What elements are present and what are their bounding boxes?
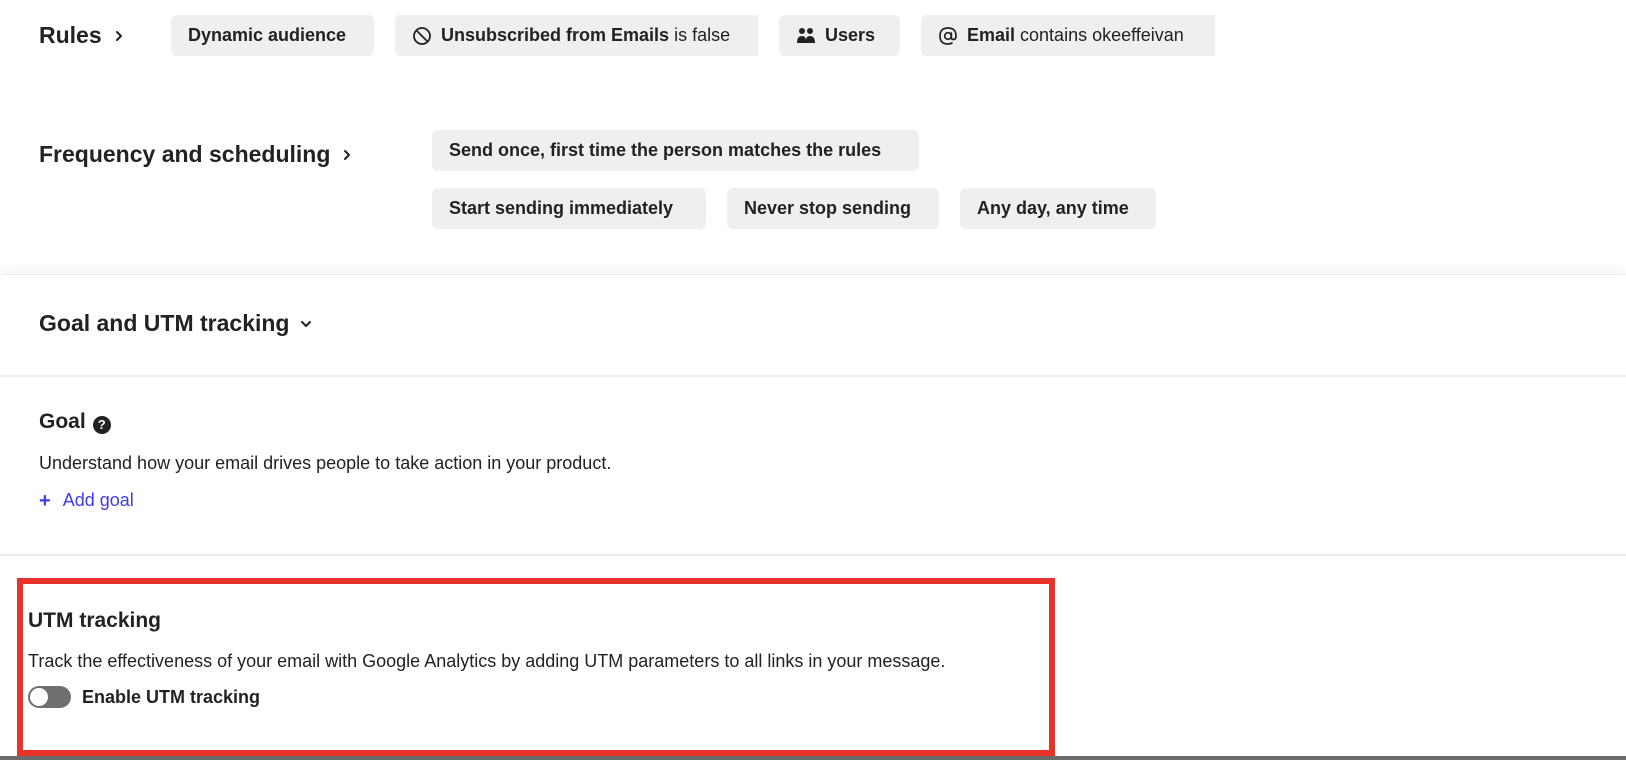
summary-area: Rules Dynamic audience Unsubscribed from… — [0, 0, 1626, 274]
utm-toggle-label[interactable]: Enable UTM tracking — [82, 687, 260, 708]
plus-icon: + — [39, 489, 51, 512]
chevron-right-icon — [344, 149, 351, 160]
frequency-chip-stop[interactable]: Never stop sending — [727, 188, 939, 229]
add-goal-label: Add goal — [62, 490, 134, 510]
add-goal-link[interactable]: + Add goal — [39, 490, 134, 511]
chip-label: Dynamic audience — [188, 25, 347, 45]
rules-heading-label: Rules — [39, 22, 102, 48]
bottom-edge-bar — [0, 756, 1626, 760]
rule-chip-dynamic-audience[interactable]: Dynamic audience — [171, 15, 374, 56]
page: Rules Dynamic audience Unsubscribed from… — [0, 0, 1626, 760]
utm-toggle-row: Enable UTM tracking — [28, 686, 260, 708]
chevron-down-icon — [301, 320, 312, 327]
chip-label: Any day, any time — [977, 198, 1129, 218]
chip-condition: contains okeeffeivan — [1015, 25, 1184, 45]
rules-heading[interactable]: Rules — [39, 22, 126, 49]
goal-utm-heading-label: Goal and UTM tracking — [39, 310, 290, 336]
help-icon[interactable]: ? — [92, 415, 111, 434]
chip-label: Start sending immediately — [449, 198, 674, 218]
frequency-chip-send-once[interactable]: Send once, first time the person matches… — [432, 130, 919, 171]
rule-chip-unsubscribed[interactable]: Unsubscribed from Emails is false — [395, 15, 758, 56]
goal-description: Understand how your email drives people … — [39, 453, 612, 473]
chip-condition: is false — [669, 25, 731, 45]
frequency-chip-schedule[interactable]: Any day, any time — [960, 188, 1156, 229]
prohibited-icon — [413, 26, 431, 45]
frequency-chip-start[interactable]: Start sending immediately — [432, 188, 706, 229]
frequency-heading[interactable]: Frequency and scheduling — [39, 141, 354, 168]
frequency-heading-label: Frequency and scheduling — [39, 141, 331, 167]
rule-chip-email[interactable]: Email contains okeeffeivan — [921, 15, 1215, 56]
chip-label: Never stop sending — [744, 198, 912, 218]
goal-title-label: Goal — [39, 410, 86, 433]
toggle-knob — [30, 688, 48, 706]
divider — [0, 375, 1626, 377]
utm-tracking-toggle[interactable] — [28, 686, 71, 708]
goal-title: Goal ? — [39, 410, 111, 434]
chevron-right-icon — [115, 30, 122, 41]
utm-description: Track the effectiveness of your email wi… — [28, 651, 946, 671]
chip-label: Users — [825, 25, 876, 45]
chip-field: Email — [967, 25, 1016, 45]
divider — [0, 554, 1626, 556]
chip-field: Unsubscribed from Emails — [441, 25, 670, 45]
chip-label: Send once, first time the person matches… — [449, 140, 882, 160]
at-icon — [939, 26, 957, 45]
goal-utm-heading[interactable]: Goal and UTM tracking — [39, 310, 313, 337]
users-icon — [797, 27, 815, 43]
utm-title: UTM tracking — [28, 609, 162, 632]
rule-chip-users[interactable]: Users — [779, 15, 900, 56]
